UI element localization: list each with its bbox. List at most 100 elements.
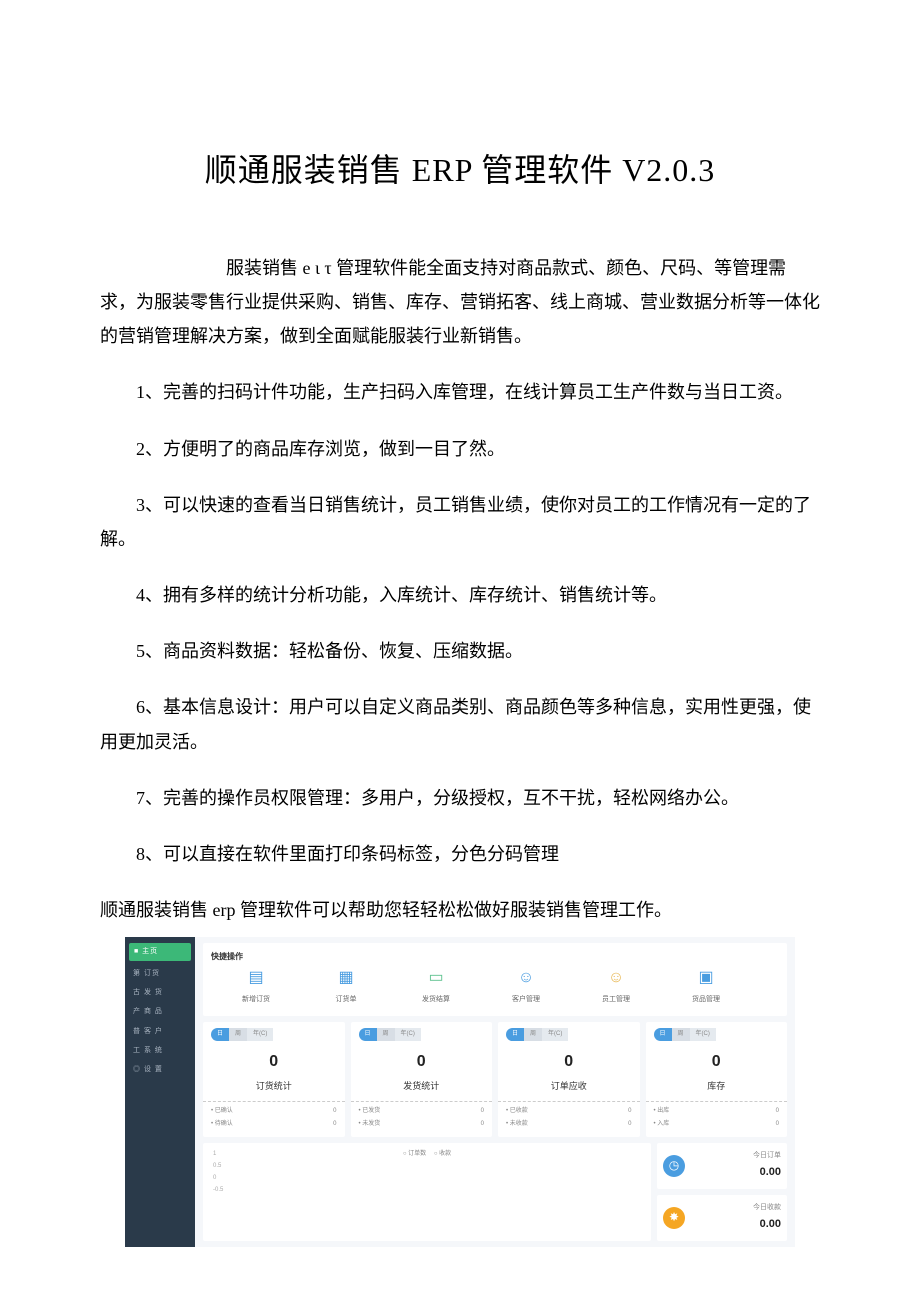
stat-card-order: 日 周 年(C) 0 订货统计 已确认 0 待确认 0 [203, 1022, 345, 1137]
ship-settle-icon: ▭ [426, 969, 446, 989]
tab-week[interactable]: 周 [672, 1028, 690, 1041]
tab-day[interactable]: 日 [359, 1028, 377, 1041]
sub-value: 0 [481, 1106, 484, 1117]
customer-icon: ☺ [516, 969, 536, 989]
legend-item: ○ 收款 [434, 1151, 451, 1157]
sub-label: 入库 [654, 1119, 670, 1130]
sub-label: 待确认 [211, 1119, 233, 1130]
trend-chart-card: 1 0.5 0 -0.5 ○ 订单数 ○ 收款 [203, 1143, 651, 1241]
quick-operations-title: 快捷操作 [211, 949, 779, 964]
mini-stat-today-receipts: ✸ 今日收款 0.00 [657, 1195, 787, 1241]
feature-point-1: 1、完善的扫码计件功能，生产扫码入库管理，在线计算员工生产件数与当日工资。 [100, 375, 820, 409]
sidebar-item[interactable]: 普 客 户 [129, 1023, 191, 1040]
tab-week[interactable]: 周 [377, 1028, 395, 1041]
erp-screenshot-figure: ■ 主页 第 订货 古 发 货 产 商 品 普 客 户 工 系 统 ◎ 设 置 … [125, 937, 795, 1247]
sidebar: ■ 主页 第 订货 古 发 货 产 商 品 普 客 户 工 系 统 ◎ 设 置 [125, 937, 195, 1247]
goods-icon: ▣ [696, 969, 716, 989]
tab-year[interactable]: 年(C) [395, 1028, 421, 1041]
mini-stat-today-orders: ◷ 今日订单 0.00 [657, 1143, 787, 1189]
feature-point-5: 5、商品资料数据：轻松备份、恢复、压缩数据。 [100, 634, 820, 668]
sidebar-item[interactable]: 第 订货 [129, 965, 191, 982]
new-order-icon: ▤ [246, 969, 266, 989]
quick-label: 员工管理 [602, 993, 630, 1006]
tab-year[interactable]: 年(C) [690, 1028, 716, 1041]
tab-week[interactable]: 周 [229, 1028, 247, 1041]
stat-card-stock: 日 周 年(C) 0 库存 出库 0 入库 0 [646, 1022, 788, 1137]
chart-legend: ○ 订单数 ○ 收款 [400, 1149, 454, 1160]
stats-row: 日 周 年(C) 0 订货统计 已确认 0 待确认 0 日 周 [203, 1022, 787, 1137]
quick-label: 新增订货 [242, 993, 270, 1006]
mini-label: 今日订单 [753, 1149, 781, 1162]
feature-point-3: 3、可以快速的查看当日销售统计，员工销售业绩，使你对员工的工作情况有一定的了解。 [100, 488, 820, 556]
quick-label: 订货单 [336, 993, 357, 1006]
tab-week[interactable]: 周 [524, 1028, 542, 1041]
sidebar-item[interactable]: 产 商 品 [129, 1003, 191, 1020]
quick-operations-card: 快捷操作 ▤ 新增订货 ▦ 订货单 ▭ 发货结算 ☺ [203, 943, 787, 1015]
tab-year[interactable]: 年(C) [542, 1028, 568, 1041]
feature-point-8: 8、可以直接在软件里面打印条码标签，分色分码管理 [100, 837, 820, 871]
quick-goods[interactable]: ▣ 货品管理 [681, 969, 731, 1006]
side-stats: ◷ 今日订单 0.00 ✸ 今日收款 0.00 [657, 1143, 787, 1241]
tab-day[interactable]: 日 [654, 1028, 672, 1041]
sub-value: 0 [481, 1119, 484, 1130]
y-tick: 0.5 [213, 1161, 223, 1172]
y-tick: 1 [213, 1149, 223, 1160]
tab-year[interactable]: 年(C) [247, 1028, 273, 1041]
sidebar-item[interactable]: 古 发 货 [129, 984, 191, 1001]
order-list-icon: ▦ [336, 969, 356, 989]
stat-value: 0 [211, 1047, 337, 1077]
sub-label: 已发货 [359, 1106, 381, 1117]
sub-label: 出库 [654, 1106, 670, 1117]
sub-value: 0 [776, 1106, 779, 1117]
trend-chart: 1 0.5 0 -0.5 ○ 订单数 ○ 收款 [211, 1149, 643, 1197]
clock-icon: ◷ [663, 1155, 685, 1177]
legend-item: ○ 订单数 [403, 1151, 426, 1157]
stat-value: 0 [359, 1047, 485, 1077]
stat-title: 库存 [654, 1078, 780, 1095]
sidebar-home[interactable]: ■ 主页 [129, 943, 191, 960]
stat-title: 订货统计 [211, 1078, 337, 1095]
quick-customer[interactable]: ☺ 客户管理 [501, 969, 551, 1006]
sub-value: 0 [628, 1119, 631, 1130]
feature-point-4: 4、拥有多样的统计分析功能，入库统计、库存统计、销售统计等。 [100, 578, 820, 612]
lower-row: 1 0.5 0 -0.5 ○ 订单数 ○ 收款 ◷ [203, 1143, 787, 1241]
feature-point-2: 2、方便明了的商品库存浏览，做到一目了然。 [100, 432, 820, 466]
mini-label: 今日收款 [753, 1201, 781, 1214]
sidebar-item[interactable]: ◎ 设 置 [129, 1061, 191, 1078]
quick-staff[interactable]: ☺ 员工管理 [591, 969, 641, 1006]
sub-value: 0 [628, 1106, 631, 1117]
quick-order-list[interactable]: ▦ 订货单 [321, 969, 371, 1006]
stat-title: 订单应收 [506, 1078, 632, 1095]
stat-card-ship: 日 周 年(C) 0 发货统计 已发货 0 未发货 0 [351, 1022, 493, 1137]
staff-icon: ☺ [606, 969, 626, 989]
quick-label: 客户管理 [512, 993, 540, 1006]
main-panel: 快捷操作 ▤ 新增订货 ▦ 订货单 ▭ 发货结算 ☺ [195, 937, 795, 1247]
feature-point-7: 7、完善的操作员权限管理：多用户，分级授权，互不干扰，轻松网络办公。 [100, 781, 820, 815]
stat-value: 0 [654, 1047, 780, 1077]
stat-value: 0 [506, 1047, 632, 1077]
y-tick: -0.5 [213, 1185, 223, 1196]
y-tick: 0 [213, 1173, 223, 1184]
sub-value: 0 [333, 1119, 336, 1130]
stat-card-receivable: 日 周 年(C) 0 订单应收 已收款 0 未收款 0 [498, 1022, 640, 1137]
sub-value: 0 [776, 1119, 779, 1130]
quick-label: 货品管理 [692, 993, 720, 1006]
intro-paragraph: 服装销售 e ɩ τ 管理软件能全面支持对商品款式、颜色、尺码、等管理需求，为服… [100, 251, 820, 354]
coin-icon: ✸ [663, 1207, 685, 1229]
quick-new-order[interactable]: ▤ 新增订货 [231, 969, 281, 1006]
document-title: 顺通服装销售 ERP 管理软件 V2.0.3 [100, 140, 820, 201]
stat-title: 发货统计 [359, 1078, 485, 1095]
quick-ship-settle[interactable]: ▭ 发货结算 [411, 969, 461, 1006]
sidebar-item[interactable]: 工 系 统 [129, 1042, 191, 1059]
sub-label: 未发货 [359, 1119, 381, 1130]
feature-point-6: 6、基本信息设计：用户可以自定义商品类别、商品颜色等多种信息，实用性更强，使用更… [100, 690, 820, 758]
tab-day[interactable]: 日 [506, 1028, 524, 1041]
quick-label: 发货结算 [422, 993, 450, 1006]
sub-label: 未收款 [506, 1119, 528, 1130]
sub-label: 已收款 [506, 1106, 528, 1117]
tab-day[interactable]: 日 [211, 1028, 229, 1041]
y-axis: 1 0.5 0 -0.5 [213, 1149, 223, 1197]
sub-label: 已确认 [211, 1106, 233, 1117]
closing-paragraph: 顺通服装销售 erp 管理软件可以帮助您轻轻松松做好服装销售管理工作。 [100, 893, 820, 927]
sub-value: 0 [333, 1106, 336, 1117]
